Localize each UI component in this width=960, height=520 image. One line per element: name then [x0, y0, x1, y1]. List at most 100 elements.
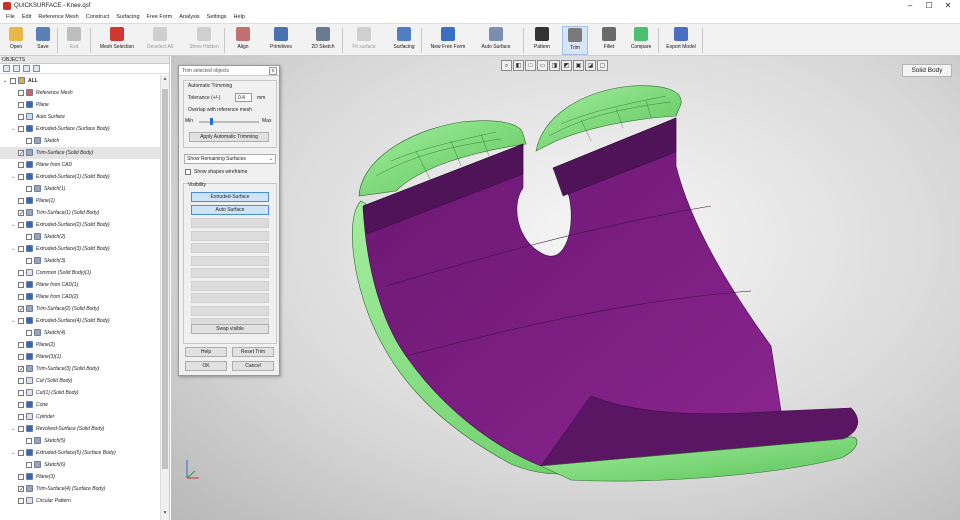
tree-item[interactable]: ⌄ Extruded-Surface(4) (Solid Body) — [0, 315, 160, 327]
menu-item-free-form[interactable]: Free Form — [147, 14, 173, 20]
3d-viewport[interactable]: ⌕ ◧ □ ▭ ◨ ◩ ▣ ◪ ▢ Solid Body — [171, 56, 960, 520]
visibility-checkbox[interactable] — [18, 102, 24, 108]
tree-item[interactable]: Plane(2) — [0, 339, 160, 351]
visibility-slot-empty[interactable] — [191, 218, 269, 228]
deselect-all-button[interactable]: Deselect All — [141, 26, 179, 55]
visibility-checkbox[interactable] — [26, 438, 32, 444]
tree-item[interactable]: Sketch(1) — [0, 183, 160, 195]
tree-item[interactable]: Cone — [0, 399, 160, 411]
close-button[interactable]: ✕ — [940, 0, 956, 11]
tree-item[interactable]: Plane — [0, 99, 160, 111]
scroll-up-icon[interactable]: ▲ — [161, 76, 169, 84]
tree-item[interactable]: Auto Surface — [0, 111, 160, 123]
tree-item[interactable]: Trim-Surface(1) (Solid Body) — [0, 207, 160, 220]
visibility-slot-empty[interactable] — [191, 268, 269, 278]
compare-button[interactable]: Compare — [627, 26, 655, 55]
tree-item[interactable]: Circular Pattern — [0, 495, 160, 507]
visibility-checkbox[interactable] — [18, 364, 24, 376]
visibility-checkbox[interactable] — [18, 282, 24, 288]
expand-icon[interactable]: ⌄ — [10, 219, 16, 231]
expand-icon[interactable]: ⌄ — [10, 243, 16, 255]
expand-icon[interactable]: ⌄ — [10, 423, 16, 435]
visibility-checkbox[interactable] — [18, 114, 24, 120]
expand-icon[interactable]: ⌄ — [10, 171, 16, 183]
visibility-checkbox[interactable] — [18, 414, 24, 420]
visibility-checkbox[interactable] — [26, 234, 32, 240]
visibility-checkbox[interactable] — [18, 222, 24, 228]
show-hidden-button[interactable]: Show Hidden — [183, 26, 225, 55]
tree-item[interactable]: Sketch(3) — [0, 255, 160, 267]
2d-sketch-button[interactable]: 2D Sketch — [304, 26, 342, 55]
visibility-checkbox[interactable] — [10, 78, 16, 84]
show-surfaces-select[interactable]: Show Remaining Surfaces ⌄ — [184, 154, 276, 164]
menu-item-construct[interactable]: Construct — [86, 14, 110, 20]
visibility-checkbox[interactable] — [18, 126, 24, 132]
tree-item[interactable]: Plane from CAD — [0, 159, 160, 171]
tree-item[interactable]: ⌄ Extruded-Surface(3) (Solid Body) — [0, 243, 160, 255]
tree-item[interactable]: Sketch(5) — [0, 435, 160, 447]
visibility-checkbox[interactable] — [18, 450, 24, 456]
menu-item-file[interactable]: File — [6, 14, 15, 20]
minimize-button[interactable]: – — [902, 0, 918, 11]
tree-item[interactable]: Trim-Surface(2) (Solid Body) — [0, 303, 160, 316]
tree-item[interactable]: Sketch(6) — [0, 459, 160, 471]
funnel-icon[interactable] — [33, 65, 40, 72]
tree-item[interactable]: ⌄ ALL — [0, 75, 160, 87]
visibility-checkbox[interactable] — [18, 474, 24, 480]
surfacing-button[interactable]: Surfacing — [385, 26, 423, 55]
tree-item[interactable]: Trim-Surface(3) (Solid Body) — [0, 363, 160, 376]
reset-trim-button[interactable]: Reset Trim — [232, 347, 274, 357]
tree-item[interactable]: Trim-Surface(4) (Surface Body) — [0, 483, 160, 496]
tree-item[interactable]: Reference Mesh — [0, 87, 160, 99]
tree-item[interactable]: Plane from CAD(1) — [0, 279, 160, 291]
overlap-slider[interactable] — [199, 121, 259, 123]
tree-item[interactable]: ⌄ Extruded-Surface(2) (Solid Body) — [0, 219, 160, 231]
visibility-checkbox[interactable] — [18, 162, 24, 168]
new-free-form-button[interactable]: New Free Form — [426, 26, 470, 55]
primitives-button[interactable]: Primitives — [262, 26, 300, 55]
tree-item[interactable]: Cut(1) (Solid Body) — [0, 387, 160, 399]
pattern-button[interactable]: Pattern — [528, 26, 556, 55]
tolerance-input[interactable]: 0.4 — [235, 93, 252, 102]
trim-button[interactable]: Trim — [562, 26, 588, 55]
wireframe-checkbox[interactable] — [185, 169, 191, 175]
mesh-selection-button[interactable]: Mesh Selection — [95, 26, 139, 55]
menu-item-analysis[interactable]: Analysis — [179, 14, 199, 20]
visibility-slot-empty[interactable] — [191, 293, 269, 303]
tree-view-icon[interactable] — [3, 65, 10, 72]
visibility-checkbox[interactable] — [18, 426, 24, 432]
visibility-checkbox[interactable] — [18, 294, 24, 300]
expand-icon[interactable]: ⌄ — [10, 315, 16, 327]
visibility-slot-empty[interactable] — [191, 243, 269, 253]
menu-item-edit[interactable]: Edit — [22, 14, 31, 20]
apply-automatic-trimming-button[interactable]: Apply Automatic Trimming — [189, 132, 269, 142]
visibility-checkbox[interactable] — [18, 208, 24, 220]
visibility-checkbox[interactable] — [18, 378, 24, 384]
menu-item-settings[interactable]: Settings — [207, 14, 227, 20]
visibility-slot-empty[interactable] — [191, 230, 269, 241]
tree-item[interactable]: ⌄ Extruded-Surface(1) (Solid Body) — [0, 171, 160, 183]
visibility-slot-empty[interactable] — [191, 255, 269, 266]
menu-item-help[interactable]: Help — [234, 14, 245, 20]
tree-item[interactable]: Cylinder — [0, 411, 160, 423]
expand-icon[interactable]: ⌄ — [2, 75, 8, 87]
save-button[interactable]: Save — [31, 26, 55, 55]
exit-button[interactable]: Exit — [62, 26, 86, 55]
tree-item[interactable]: Plane(3) — [0, 471, 160, 483]
visibility-slot-empty[interactable] — [191, 280, 269, 291]
tree-item[interactable]: Plane(3)(1) — [0, 351, 160, 363]
align-button[interactable]: Align — [228, 26, 258, 55]
filter-objects-icon[interactable] — [13, 65, 20, 72]
visibility-checkbox[interactable] — [26, 138, 32, 144]
menu-item-reference-mesh[interactable]: Reference Mesh — [38, 14, 78, 20]
swap-visible-button[interactable]: Swap visible — [191, 324, 269, 334]
menu-item-surfacing[interactable]: Surfacing — [116, 14, 139, 20]
visibility-checkbox[interactable] — [18, 390, 24, 396]
tree-item[interactable]: Plane from CAD(2) — [0, 291, 160, 303]
fit-surface-button[interactable]: Fit surface — [347, 26, 381, 55]
tree-item[interactable]: ⌄ Extruded-Surface(5) (Surface Body) — [0, 447, 160, 459]
visibility-checkbox[interactable] — [18, 484, 24, 496]
maximize-button[interactable]: ☐ — [921, 0, 937, 11]
visibility-checkbox[interactable] — [26, 462, 32, 468]
visibility-checkbox[interactable] — [18, 90, 24, 96]
